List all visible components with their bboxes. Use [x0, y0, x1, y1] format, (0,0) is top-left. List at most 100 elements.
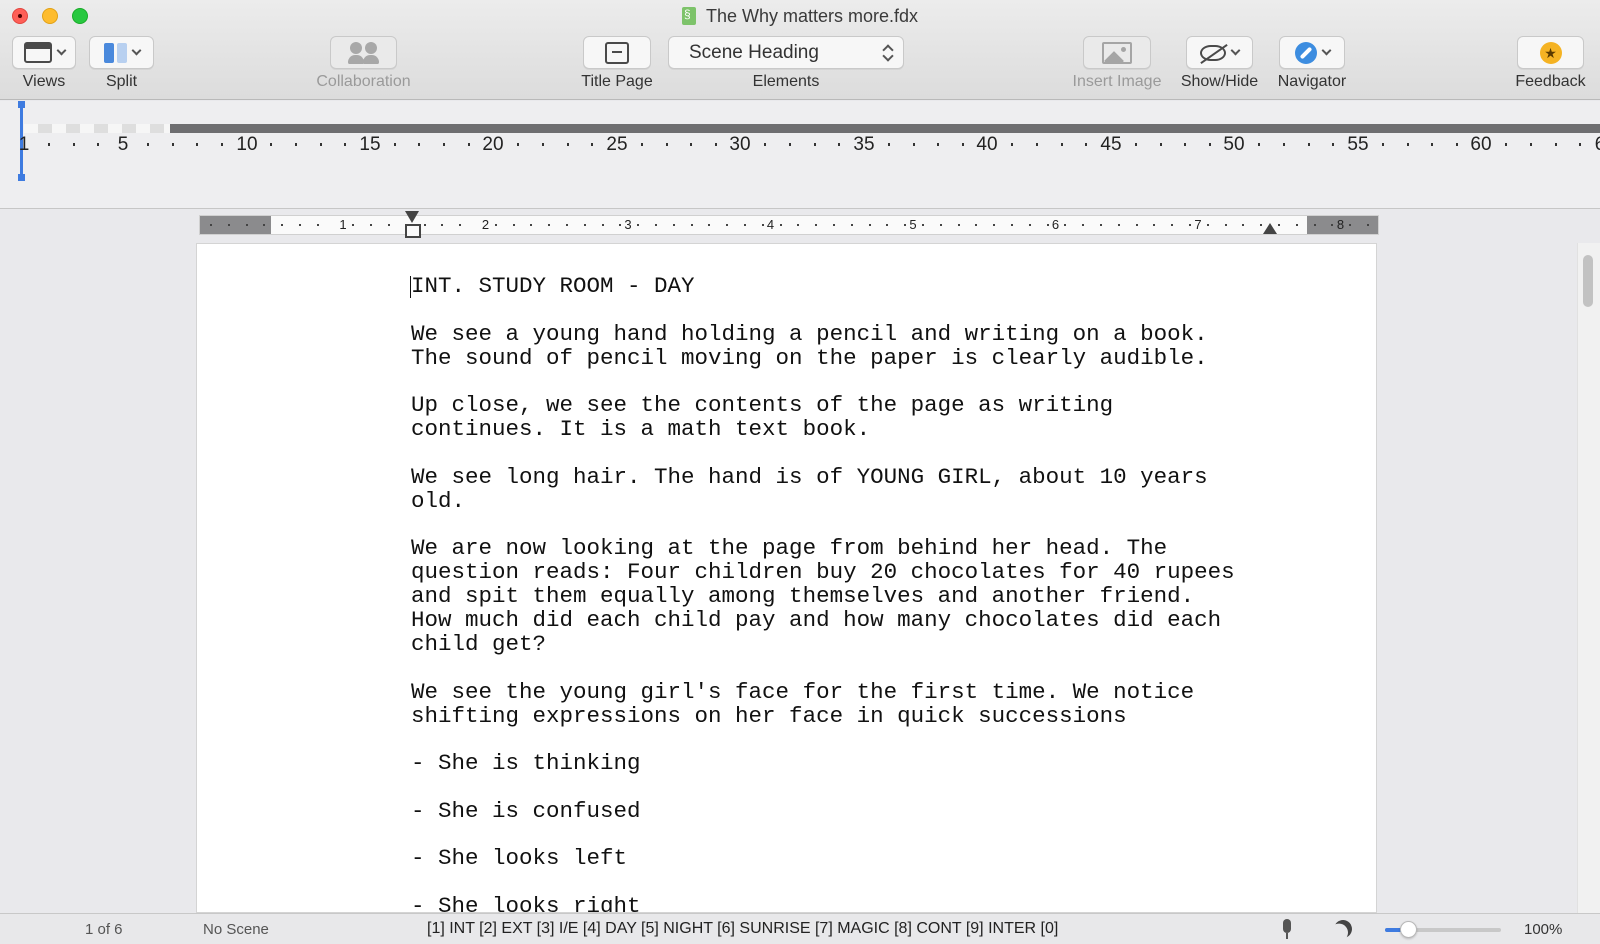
action-paragraph[interactable]: We see a young hand holding a pencil and…	[411, 322, 1271, 370]
element-shortcuts: [1] INT [2] EXT [3] I/E [4] DAY [5] NIGH…	[427, 920, 1059, 937]
script-page[interactable]: INT. STUDY ROOM - DAY We see a young hand…	[196, 243, 1377, 913]
column-ruler-tick	[542, 143, 544, 146]
column-ruler-tick	[1505, 143, 1507, 146]
split-button[interactable]	[89, 36, 154, 69]
page-ruler-tick	[317, 224, 319, 226]
page-ruler-tick	[744, 224, 746, 226]
window-title: The Why matters more.fdx	[0, 6, 1600, 27]
page-ruler-tick	[1136, 224, 1138, 226]
script-text[interactable]: INT. STUDY ROOM - DAY We see a young hand…	[411, 274, 1271, 913]
toolbar: The Why matters more.fdx Views Split Col…	[0, 0, 1600, 100]
feedback-button[interactable]: ★	[1517, 36, 1584, 69]
views-label: Views	[22, 73, 66, 90]
title-page-button[interactable]	[583, 36, 651, 69]
column-ruler-tick	[196, 143, 198, 146]
show-hide-label: Show/Hide	[1180, 73, 1259, 90]
zoom-slider[interactable]	[1385, 921, 1501, 938]
indent-marker[interactable]	[405, 211, 421, 241]
show-hide-button[interactable]	[1186, 36, 1253, 69]
page-ruler-tick	[655, 224, 657, 226]
page-ruler-tick	[1047, 224, 1049, 226]
column-ruler-tick	[270, 143, 272, 146]
action-paragraph[interactable]: We see the young girl's face for the fir…	[411, 680, 1271, 728]
column-ruler-tick	[690, 143, 692, 146]
microphone-icon[interactable]	[1281, 919, 1293, 939]
column-ruler-tick	[344, 143, 346, 146]
page-ruler-tick	[958, 224, 960, 226]
column-ruler-tick	[1431, 143, 1433, 146]
page-ruler-tick	[940, 224, 942, 226]
column-ruler-light-band	[24, 124, 170, 133]
page-ruler-tick	[1029, 224, 1031, 226]
title-page-label: Title Page	[581, 73, 653, 90]
page-ruler-tick	[459, 224, 461, 226]
chevron-down-icon	[1230, 45, 1241, 56]
column-ruler-tick	[147, 143, 149, 146]
column-ruler-tick	[937, 143, 939, 146]
page-ruler-tick	[281, 224, 283, 226]
column-ruler: 1510152025303540455055606	[0, 101, 1600, 209]
page-ruler-tick	[424, 224, 426, 226]
column-ruler-label: 50	[1223, 134, 1245, 155]
page-ruler-tick	[1260, 224, 1262, 226]
page-ruler-tick	[228, 224, 230, 226]
page-ruler-tick	[1296, 224, 1298, 226]
action-paragraph[interactable]: We are now looking at the page from behi…	[411, 536, 1271, 656]
column-ruler-tick	[888, 143, 890, 146]
page-ruler-tick	[904, 224, 906, 226]
zoom-level: 100%	[1524, 921, 1563, 938]
right-indent-marker[interactable]	[1263, 223, 1277, 234]
elements-select[interactable]: Scene Heading	[668, 36, 904, 69]
page-ruler-tick	[673, 224, 675, 226]
column-ruler-tick	[591, 143, 593, 146]
page-ruler-tick	[263, 224, 265, 226]
column-ruler-tick	[73, 143, 75, 146]
page-ruler-tick	[1171, 224, 1173, 226]
page-ruler-tick	[1011, 224, 1013, 226]
vertical-scrollbar[interactable]	[1577, 243, 1600, 913]
page-ruler-tick	[1225, 224, 1227, 226]
chevron-down-icon	[1321, 45, 1331, 56]
column-ruler-tick	[641, 143, 643, 146]
page-ruler-tick	[869, 224, 871, 226]
page-ruler-tick	[833, 224, 835, 226]
collaboration-button[interactable]	[330, 36, 397, 69]
column-ruler-tick	[789, 143, 791, 146]
scene-indicator[interactable]: No Scene	[203, 921, 269, 938]
column-ruler-tick	[1135, 143, 1137, 146]
scrollbar-thumb[interactable]	[1583, 255, 1593, 307]
page-ruler-tick	[299, 224, 301, 226]
action-paragraph[interactable]: Up close, we see the contents of the pag…	[411, 393, 1271, 441]
page-ruler-label: 4	[766, 217, 775, 232]
action-paragraph[interactable]: - She is confused	[411, 799, 1271, 823]
page-ruler-tick	[1242, 224, 1244, 226]
column-ruler-tick	[48, 143, 50, 146]
split-label: Split	[105, 73, 138, 90]
feedback-label: Feedback	[1515, 73, 1586, 90]
action-paragraph[interactable]: - She looks right	[411, 894, 1271, 913]
moon-icon[interactable]	[1331, 917, 1354, 940]
column-ruler-label: 10	[236, 134, 258, 155]
views-button[interactable]	[12, 36, 76, 69]
insert-image-button[interactable]	[1083, 36, 1151, 69]
page-ruler: 1 2 3 4 5 6 7 8	[199, 215, 1379, 235]
page-ruler-tick	[566, 224, 568, 226]
column-ruler-label: 20	[482, 134, 504, 155]
action-paragraph[interactable]: - She looks left	[411, 846, 1271, 870]
action-paragraph[interactable]: We see long hair. The hand is of YOUNG G…	[411, 465, 1271, 513]
scene-heading[interactable]: INT. STUDY ROOM - DAY	[411, 274, 1271, 298]
page-ruler-tick	[584, 224, 586, 226]
status-bar: 1 of 6 No Scene [1] INT [2] EXT [3] I/E …	[0, 913, 1600, 944]
zoom-slider-knob[interactable]	[1400, 921, 1418, 938]
action-paragraph[interactable]: - She is thinking	[411, 751, 1271, 775]
navigator-button[interactable]	[1279, 36, 1345, 69]
text-caret	[410, 276, 411, 298]
page-ruler-tick	[352, 224, 354, 226]
column-ruler-label: 55	[1347, 134, 1369, 155]
column-ruler-tick	[468, 143, 470, 146]
column-ruler-label: 40	[976, 134, 998, 155]
column-ruler-label: 25	[606, 134, 628, 155]
column-ruler-tick	[1209, 143, 1211, 146]
page-ruler-tick	[851, 224, 853, 226]
page-ruler-tick	[886, 224, 888, 226]
